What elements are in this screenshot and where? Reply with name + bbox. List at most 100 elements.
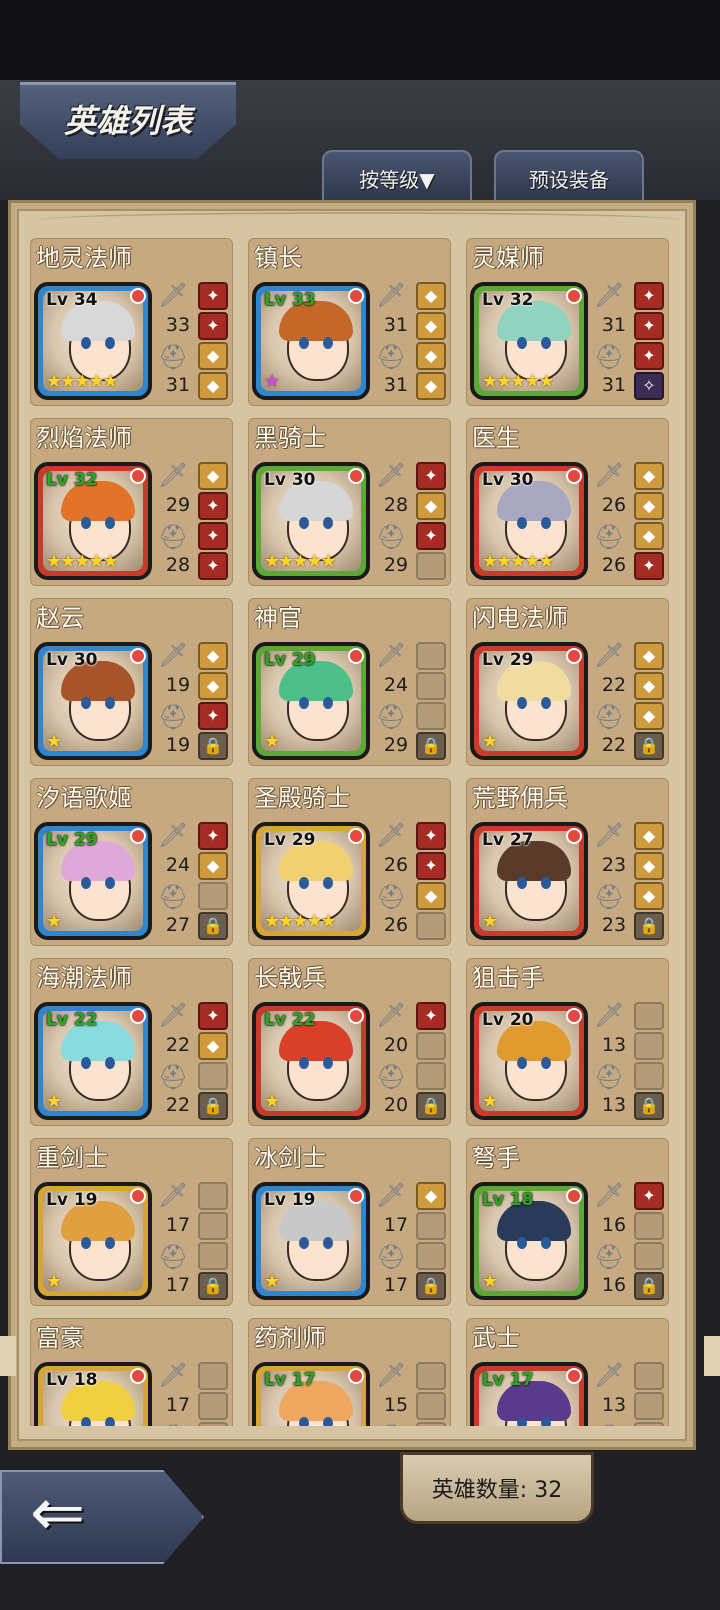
equipment-slot[interactable]: ◆ bbox=[634, 702, 664, 730]
lock-icon[interactable]: 🔒 bbox=[198, 1092, 228, 1120]
equipment-slot[interactable]: ◆ bbox=[416, 342, 446, 370]
equipment-slot[interactable]: ✦ bbox=[198, 522, 228, 550]
equipment-slot[interactable] bbox=[634, 1002, 664, 1030]
hero-card[interactable]: 赵云 Lv 30 ★ 🗡 19 ⛑ 19 ◆ ◆ ✦ 🔒 bbox=[30, 598, 233, 766]
hero-portrait[interactable]: Lv 32 ★★★★★ bbox=[470, 282, 588, 400]
hero-portrait[interactable]: Lv 33 ★ bbox=[252, 282, 370, 400]
hero-card[interactable]: 狙击手 Lv 20 ★ 🗡 13 ⛑ 13 🔒 bbox=[466, 958, 669, 1126]
equipment-slot[interactable]: ◆ bbox=[198, 672, 228, 700]
equipment-slot[interactable]: ◆ bbox=[634, 822, 664, 850]
equipment-slot[interactable]: ✦ bbox=[198, 312, 228, 340]
equipment-slot[interactable]: ◆ bbox=[198, 372, 228, 400]
equipment-slot[interactable]: ✦ bbox=[198, 282, 228, 310]
lock-icon[interactable]: 🔒 bbox=[634, 1092, 664, 1120]
hero-card[interactable]: 圣殿骑士 Lv 29 ★★★★★ 🗡 26 ⛑ 26 ✦ ✦ ◆ bbox=[248, 778, 451, 946]
hero-portrait[interactable]: Lv 29 ★★★★★ bbox=[252, 822, 370, 940]
equipment-slot[interactable] bbox=[416, 912, 446, 940]
equipment-slot[interactable]: ✦ bbox=[416, 522, 446, 550]
equipment-slot[interactable] bbox=[634, 1362, 664, 1390]
equipment-slot[interactable]: ◆ bbox=[198, 342, 228, 370]
lock-icon[interactable]: 🔒 bbox=[634, 732, 664, 760]
equipment-slot[interactable] bbox=[198, 1182, 228, 1210]
equipment-slot[interactable] bbox=[416, 672, 446, 700]
equipment-slot[interactable] bbox=[416, 1212, 446, 1240]
equipment-slot[interactable]: ◆ bbox=[634, 642, 664, 670]
hero-card[interactable]: 医生 Lv 30 ★★★★★ 🗡 26 ⛑ 26 ◆ ◆ ◆ ✦ bbox=[466, 418, 669, 586]
equipment-slot[interactable]: ◆ bbox=[416, 372, 446, 400]
equipment-slot[interactable] bbox=[198, 1392, 228, 1420]
equipment-slot[interactable] bbox=[634, 1242, 664, 1270]
equipment-slot[interactable] bbox=[416, 702, 446, 730]
hero-card[interactable]: 海潮法师 Lv 22 ★ 🗡 22 ⛑ 22 ✦ ◆ 🔒 bbox=[30, 958, 233, 1126]
equipment-slot[interactable]: ◆ bbox=[634, 462, 664, 490]
equipment-slot[interactable]: ◆ bbox=[634, 492, 664, 520]
equipment-slot[interactable]: ✦ bbox=[198, 492, 228, 520]
equipment-slot[interactable]: ✦ bbox=[634, 312, 664, 340]
equipment-slot[interactable] bbox=[416, 1422, 446, 1426]
lock-icon[interactable]: 🔒 bbox=[416, 1092, 446, 1120]
hero-portrait[interactable]: Lv 34 ★★★★★ bbox=[34, 282, 152, 400]
hero-card[interactable]: 药剂师 Lv 17 🗡 15 ⛑ bbox=[248, 1318, 451, 1426]
equipment-slot[interactable]: ◆ bbox=[198, 1032, 228, 1060]
equipment-slot[interactable]: ◆ bbox=[416, 312, 446, 340]
equipment-slot[interactable]: ◆ bbox=[416, 1182, 446, 1210]
equipment-slot[interactable]: ✦ bbox=[634, 552, 664, 580]
hero-portrait[interactable]: Lv 19 ★ bbox=[252, 1182, 370, 1300]
equipment-slot[interactable] bbox=[416, 1362, 446, 1390]
preset-equipment-button[interactable]: 预设装备 bbox=[494, 150, 644, 204]
equipment-slot[interactable]: ✦ bbox=[634, 1182, 664, 1210]
equipment-slot[interactable] bbox=[634, 1392, 664, 1420]
equipment-slot[interactable] bbox=[198, 1422, 228, 1426]
hero-card[interactable]: 闪电法师 Lv 29 ★ 🗡 22 ⛑ 22 ◆ ◆ ◆ 🔒 bbox=[466, 598, 669, 766]
equipment-slot[interactable] bbox=[416, 1242, 446, 1270]
hero-portrait[interactable]: Lv 17 bbox=[470, 1362, 588, 1426]
hero-card[interactable]: 烈焰法师 Lv 32 ★★★★★ 🗡 29 ⛑ 28 ◆ ✦ ✦ ✦ bbox=[30, 418, 233, 586]
lock-icon[interactable]: 🔒 bbox=[198, 732, 228, 760]
hero-portrait[interactable]: Lv 27 ★ bbox=[470, 822, 588, 940]
equipment-slot[interactable] bbox=[634, 1062, 664, 1090]
hero-portrait[interactable]: Lv 30 ★★★★★ bbox=[470, 462, 588, 580]
hero-card[interactable]: 镇长 Lv 33 ★ 🗡 31 ⛑ 31 ◆ ◆ ◆ ◆ bbox=[248, 238, 451, 406]
equipment-slot[interactable] bbox=[416, 1062, 446, 1090]
hero-portrait[interactable]: Lv 19 ★ bbox=[34, 1182, 152, 1300]
hero-portrait[interactable]: Lv 30 ★ bbox=[34, 642, 152, 760]
equipment-slot[interactable]: ✦ bbox=[198, 1002, 228, 1030]
hero-card[interactable]: 荒野佣兵 Lv 27 ★ 🗡 23 ⛑ 23 ◆ ◆ ◆ 🔒 bbox=[466, 778, 669, 946]
hero-card[interactable]: 地灵法师 Lv 34 ★★★★★ 🗡 33 ⛑ 31 ✦ ✦ ◆ ◆ bbox=[30, 238, 233, 406]
equipment-slot[interactable]: ◆ bbox=[634, 852, 664, 880]
sort-by-level-button[interactable]: 按等级▼ bbox=[322, 150, 472, 204]
hero-portrait[interactable]: Lv 30 ★★★★★ bbox=[252, 462, 370, 580]
equipment-slot[interactable]: ✧ bbox=[634, 372, 664, 400]
equipment-slot[interactable] bbox=[198, 1062, 228, 1090]
equipment-slot[interactable] bbox=[198, 1242, 228, 1270]
equipment-slot[interactable]: ◆ bbox=[634, 882, 664, 910]
lock-icon[interactable]: 🔒 bbox=[416, 732, 446, 760]
equipment-slot[interactable] bbox=[416, 1032, 446, 1060]
hero-portrait[interactable]: Lv 18 bbox=[34, 1362, 152, 1426]
hero-card[interactable]: 重剑士 Lv 19 ★ 🗡 17 ⛑ 17 🔒 bbox=[30, 1138, 233, 1306]
hero-card[interactable]: 富豪 Lv 18 🗡 17 ⛑ bbox=[30, 1318, 233, 1426]
hero-card[interactable]: 弩手 Lv 18 ★ 🗡 16 ⛑ 16 ✦ 🔒 bbox=[466, 1138, 669, 1306]
hero-grid[interactable]: 地灵法师 Lv 34 ★★★★★ 🗡 33 ⛑ 31 ✦ ✦ ◆ ◆ 镇长 Lv 33 ★ 🗡 31 ⛑ 31 ◆ ◆… bbox=[30, 238, 670, 1426]
equipment-slot[interactable]: ✦ bbox=[634, 342, 664, 370]
equipment-slot[interactable]: ✦ bbox=[198, 552, 228, 580]
equipment-slot[interactable]: ✦ bbox=[416, 852, 446, 880]
equipment-slot[interactable]: ◆ bbox=[634, 672, 664, 700]
equipment-slot[interactable] bbox=[416, 642, 446, 670]
lock-icon[interactable]: 🔒 bbox=[634, 1272, 664, 1300]
equipment-slot[interactable] bbox=[198, 882, 228, 910]
equipment-slot[interactable]: ◆ bbox=[634, 522, 664, 550]
hero-portrait[interactable]: Lv 20 ★ bbox=[470, 1002, 588, 1120]
equipment-slot[interactable]: ◆ bbox=[416, 882, 446, 910]
hero-portrait[interactable]: Lv 17 bbox=[252, 1362, 370, 1426]
equipment-slot[interactable]: ✦ bbox=[634, 282, 664, 310]
equipment-slot[interactable] bbox=[634, 1032, 664, 1060]
hero-portrait[interactable]: Lv 22 ★ bbox=[34, 1002, 152, 1120]
equipment-slot[interactable] bbox=[198, 1212, 228, 1240]
equipment-slot[interactable] bbox=[198, 1362, 228, 1390]
lock-icon[interactable]: 🔒 bbox=[416, 1272, 446, 1300]
hero-card[interactable]: 冰剑士 Lv 19 ★ 🗡 17 ⛑ 17 ◆ 🔒 bbox=[248, 1138, 451, 1306]
equipment-slot[interactable]: ◆ bbox=[416, 492, 446, 520]
equipment-slot[interactable]: ✦ bbox=[416, 462, 446, 490]
equipment-slot[interactable]: ◆ bbox=[416, 282, 446, 310]
